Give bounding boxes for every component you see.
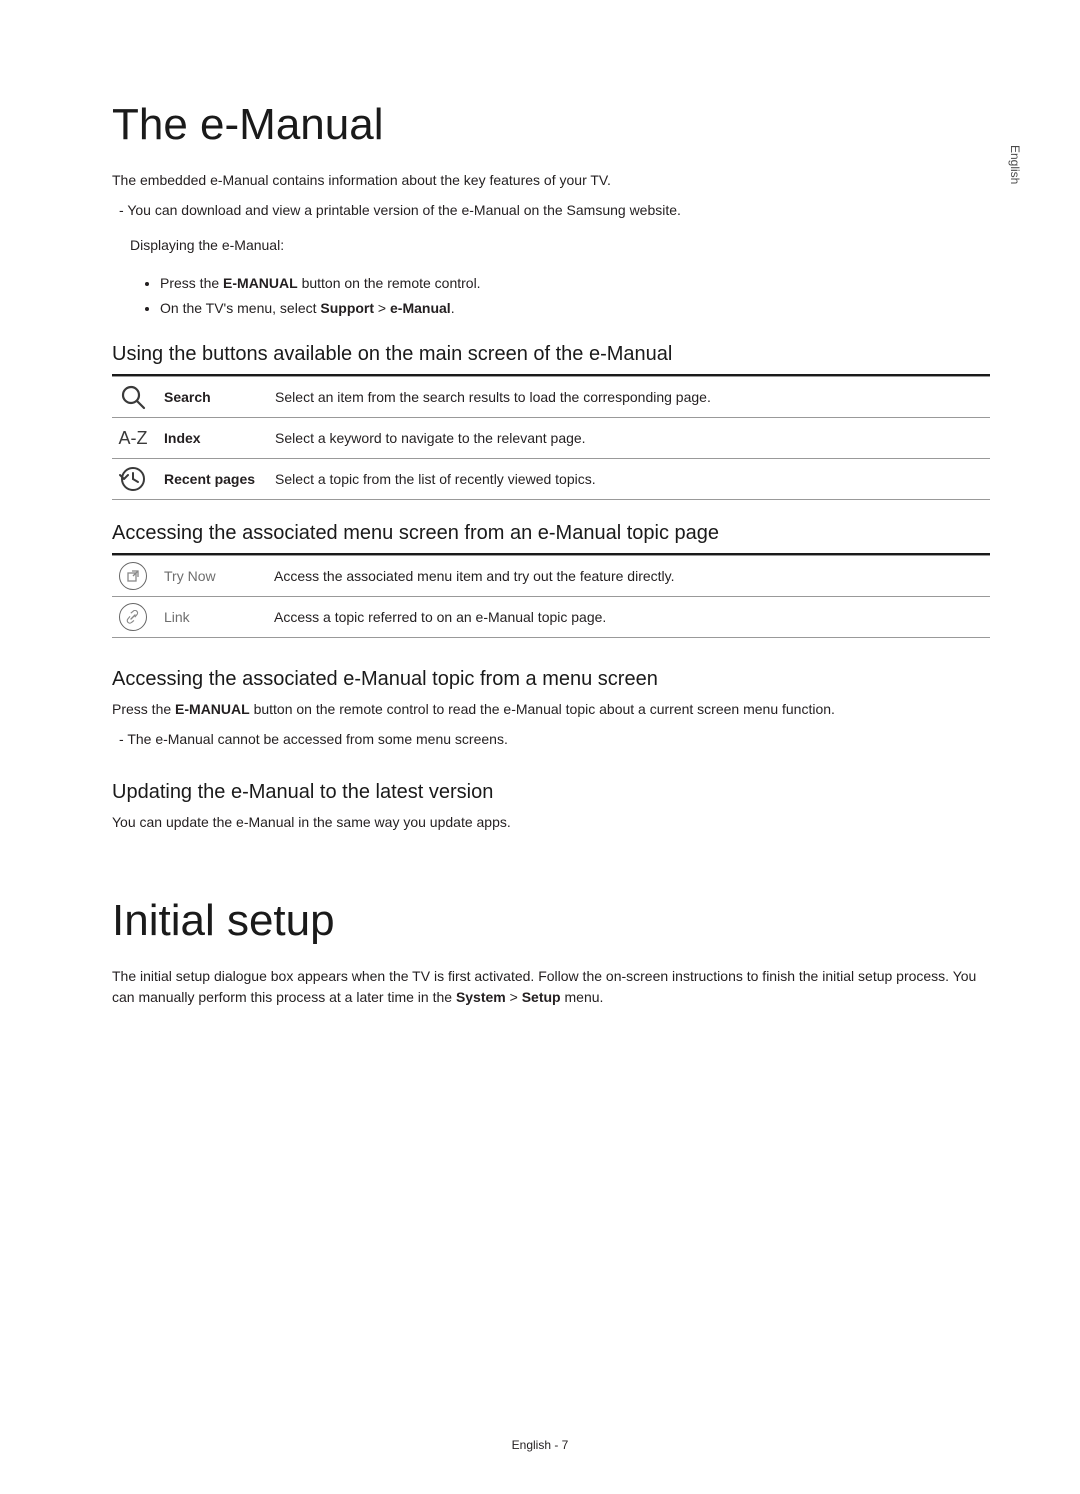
- search-desc: Select an item from the search results t…: [265, 377, 990, 418]
- bold-system: System: [456, 989, 506, 1005]
- table-row: A-Z Index Select a keyword to navigate t…: [112, 418, 990, 459]
- text: button on the remote control.: [298, 275, 481, 291]
- updating-text: You can update the e-Manual in the same …: [112, 812, 990, 834]
- text: Press the: [160, 275, 223, 291]
- from-menu-text: Press the E-MANUAL button on the remote …: [112, 699, 990, 721]
- section-title-emanual: The e-Manual: [112, 100, 990, 150]
- table-row: Search Select an item from the search re…: [112, 377, 990, 418]
- step-menu-path: On the TV's menu, select Support > e-Man…: [160, 296, 990, 321]
- section-title-initial-setup: Initial setup: [112, 896, 990, 946]
- step-press-button: Press the E-MANUAL button on the remote …: [160, 271, 990, 296]
- try-now-icon: [112, 556, 154, 597]
- recent-label: Recent pages: [154, 459, 265, 500]
- displaying-label: Displaying the e-Manual:: [130, 235, 990, 257]
- text: >: [506, 989, 522, 1005]
- subhead-updating: Updating the e-Manual to the latest vers…: [112, 781, 990, 804]
- from-menu-note: The e-Manual cannot be accessed from som…: [112, 729, 990, 751]
- text: button on the remote control to read the…: [250, 701, 835, 717]
- initial-setup-text: The initial setup dialogue box appears w…: [112, 966, 990, 1009]
- recent-desc: Select a topic from the list of recently…: [265, 459, 990, 500]
- text: On the TV's menu, select: [160, 300, 320, 316]
- bold-emanual: e-Manual: [390, 300, 451, 316]
- text: menu.: [561, 989, 604, 1005]
- associated-menu-table: Try Now Access the associated menu item …: [112, 555, 990, 638]
- bold-emanual: E-MANUAL: [175, 701, 250, 717]
- download-note: You can download and view a printable ve…: [112, 200, 990, 222]
- text: .: [451, 300, 455, 316]
- subhead-main-buttons: Using the buttons available on the main …: [112, 343, 990, 377]
- search-label: Search: [154, 377, 265, 418]
- page-footer: English - 7: [0, 1438, 1080, 1452]
- table-row: Recent pages Select a topic from the lis…: [112, 459, 990, 500]
- link-label: Link: [154, 597, 264, 638]
- text: >: [374, 300, 390, 316]
- index-label: Index: [154, 418, 265, 459]
- index-desc: Select a keyword to navigate to the rele…: [265, 418, 990, 459]
- recent-icon: [112, 459, 154, 500]
- bold-setup: Setup: [522, 989, 561, 1005]
- main-buttons-table: Search Select an item from the search re…: [112, 376, 990, 500]
- subhead-from-menu: Accessing the associated e-Manual topic …: [112, 668, 990, 691]
- subhead-associated-menu: Accessing the associated menu screen fro…: [112, 522, 990, 556]
- link-desc: Access a topic referred to on an e-Manua…: [264, 597, 990, 638]
- table-row: Link Access a topic referred to on an e-…: [112, 597, 990, 638]
- link-icon: [112, 597, 154, 638]
- index-icon: A-Z: [112, 418, 154, 459]
- bold-support: Support: [320, 300, 374, 316]
- bold-emanual: E-MANUAL: [223, 275, 298, 291]
- language-tab: English: [1008, 145, 1022, 184]
- table-row: Try Now Access the associated menu item …: [112, 556, 990, 597]
- intro-text: The embedded e-Manual contains informati…: [112, 170, 990, 192]
- text: Press the: [112, 701, 175, 717]
- page-content: The e-Manual The embedded e-Manual conta…: [0, 0, 1080, 1009]
- displaying-steps: Press the E-MANUAL button on the remote …: [160, 271, 990, 321]
- search-icon: [112, 377, 154, 418]
- try-now-desc: Access the associated menu item and try …: [264, 556, 990, 597]
- try-now-label: Try Now: [154, 556, 264, 597]
